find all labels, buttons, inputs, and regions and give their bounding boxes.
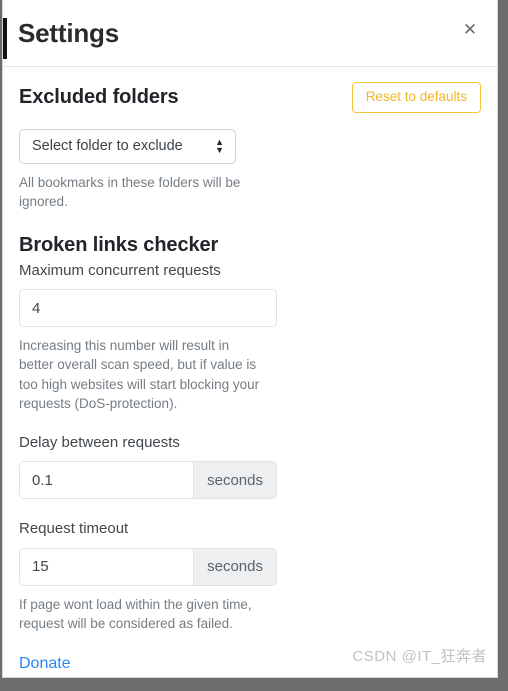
request-timeout-label: Request timeout <box>19 520 129 538</box>
request-timeout-help-text: If page wont load within the given time,… <box>19 596 252 632</box>
request-timeout-input[interactable] <box>19 547 194 586</box>
excluded-folders-heading: Excluded folders <box>19 86 179 108</box>
popup-header: Settings ✕ <box>3 0 497 67</box>
watermark-text: CSDN @IT_狂奔者 <box>352 648 487 665</box>
delay-between-requests-input[interactable] <box>19 461 194 500</box>
broken-links-checker-heading: Broken links checker <box>19 233 219 256</box>
max-concurrent-requests-input[interactable] <box>19 289 277 328</box>
exclude-folder-select-wrap: Select folder to exclude ▲ ▼ <box>19 128 236 164</box>
request-timeout-group: seconds <box>19 547 277 586</box>
donate-link[interactable]: Donate <box>19 655 71 673</box>
popup-content: Excluded folders Reset to defaults Selec… <box>3 82 497 673</box>
excluded-folders-help-text: All bookmarks in these folders will be i… <box>19 174 241 209</box>
delay-between-requests-label: Delay between requests <box>19 433 180 451</box>
close-icon[interactable]: ✕ <box>457 16 483 42</box>
excluded-folders-header-row: Excluded folders Reset to defaults <box>19 82 481 113</box>
delay-between-requests-group: seconds <box>19 461 277 500</box>
left-edge-sliver <box>3 18 7 59</box>
max-concurrent-requests-label: Maximum concurrent requests <box>19 261 221 279</box>
max-concurrent-requests-help-text: Increasing this number will result in be… <box>19 338 260 411</box>
settings-popup: Settings ✕ Excluded folders Reset to def… <box>2 0 498 678</box>
exclude-folder-select[interactable]: Select folder to exclude <box>19 128 236 164</box>
delay-unit-addon: seconds <box>193 461 277 500</box>
page-title: Settings <box>18 18 119 48</box>
reset-to-defaults-button[interactable]: Reset to defaults <box>351 82 481 113</box>
timeout-unit-addon: seconds <box>193 547 277 586</box>
